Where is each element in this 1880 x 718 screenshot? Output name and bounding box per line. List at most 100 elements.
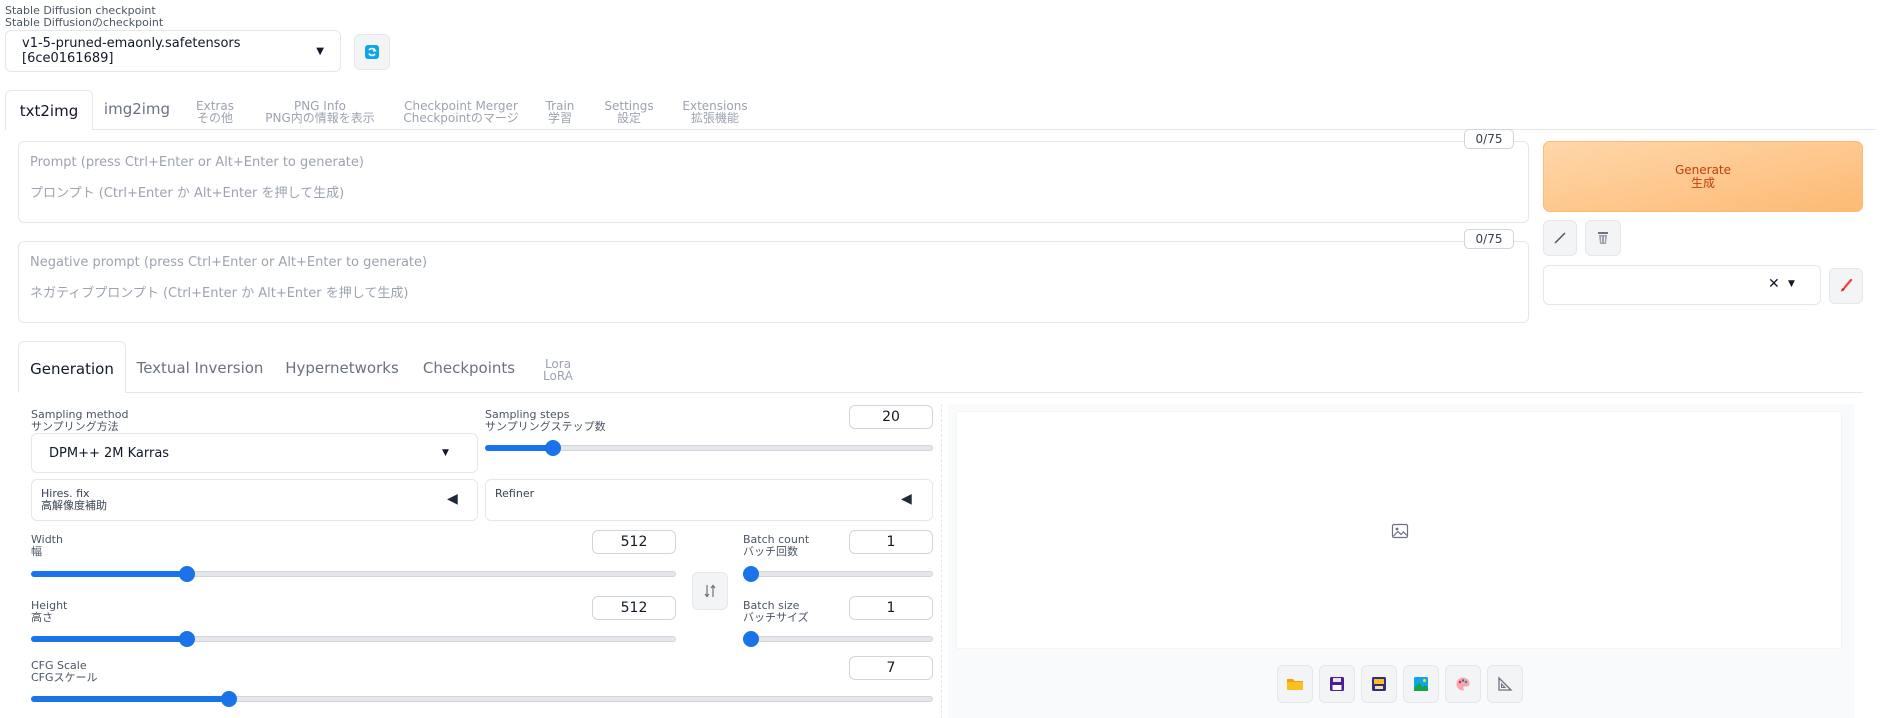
prompt-token-counter: 0/75 — [1464, 129, 1514, 149]
slider-thumb[interactable] — [178, 631, 195, 647]
batch-count-label-ja: バッチ回数 — [743, 545, 798, 558]
sampling-steps-slider[interactable] — [485, 439, 933, 457]
sampling-method-label: Sampling method サンプリング方法 — [31, 409, 128, 433]
tab-train[interactable]: Train 学習 — [540, 100, 580, 124]
width-input[interactable]: 512 — [592, 530, 676, 554]
sampling-method-value: DPM++ 2M Karras — [49, 445, 170, 461]
read-params-button[interactable] — [1543, 220, 1577, 256]
cfg-scale-input[interactable]: 7 — [849, 656, 933, 680]
chevron-down-icon: ▼ — [1788, 279, 1795, 289]
batch-count-label: Batch count バッチ回数 — [743, 534, 809, 558]
slider-thumb[interactable] — [743, 566, 759, 582]
send-to-extras-button[interactable] — [1487, 665, 1523, 703]
checkpoint-label: Stable Diffusion checkpoint Stable Diffu… — [5, 5, 163, 29]
tab-train-l2: 学習 — [547, 111, 572, 125]
swap-dimensions-button[interactable] — [692, 572, 728, 610]
width-label: Width 幅 — [31, 534, 63, 558]
refiner-accordion[interactable]: Refiner ◀ — [485, 479, 933, 521]
tab-extras[interactable]: Extras その他 — [190, 100, 240, 124]
tab-checkpoints-label: Checkpoints — [422, 359, 516, 377]
sampling-method-label-ja: サンプリング方法 — [31, 420, 119, 433]
batch-count-input[interactable]: 1 — [849, 530, 933, 554]
sampling-steps-input[interactable]: 20 — [849, 405, 933, 429]
generate-l2: 生成 — [1690, 176, 1715, 190]
slider-track — [743, 571, 933, 577]
column-separator — [941, 404, 942, 718]
height-label: Height 高さ — [31, 600, 67, 624]
tab-generation[interactable]: Generation — [18, 341, 126, 393]
height-input[interactable]: 512 — [592, 596, 676, 620]
batch-size-label-ja: バッチサイズ — [743, 611, 809, 624]
trash-icon — [1598, 232, 1608, 244]
tab-extensions-l2: 拡張機能 — [690, 111, 739, 125]
styles-dropdown[interactable]: ✕ ▼ — [1543, 265, 1821, 305]
tab-png-info[interactable]: PNG Info PNG内の情報を表示 — [260, 100, 380, 124]
batch-size-label: Batch size バッチサイズ — [743, 600, 809, 624]
negative-prompt-input[interactable]: Negative prompt (press Ctrl+Enter or Alt… — [18, 241, 1529, 323]
height-label-ja: 高さ — [31, 611, 53, 624]
tab-textual-inversion[interactable]: Textual Inversion — [136, 360, 264, 376]
hires-fix-l2: 高解像度補助 — [41, 499, 107, 512]
save-button[interactable] — [1319, 665, 1355, 703]
slider-thumb[interactable] — [545, 440, 562, 456]
batch-count-slider[interactable] — [743, 565, 933, 583]
refiner-label: Refiner — [495, 487, 535, 500]
checkpoint-label-ja: Stable Diffusionのcheckpoint — [5, 16, 164, 29]
slider-thumb[interactable] — [221, 691, 238, 707]
sampling-steps-label: Sampling steps サンプリングステップ数 — [485, 409, 606, 433]
caret-left-icon: ◀ — [901, 491, 912, 507]
hires-fix-label: Hires. fix 高解像度補助 — [41, 488, 107, 512]
tab-lora-l2: LoRA — [543, 369, 573, 383]
tab-txt2img[interactable]: txt2img — [5, 90, 93, 130]
send-to-img2img-button[interactable] — [1403, 665, 1439, 703]
clear-icon[interactable]: ✕ — [1768, 276, 1780, 292]
sampling-method-dropdown[interactable]: DPM++ 2M Karras ▼ — [31, 433, 478, 473]
prompt-label: Prompt (press Ctrl+Enter or Alt+Enter to… — [30, 155, 364, 170]
batch-size-input[interactable]: 1 — [849, 596, 933, 620]
negative-prompt-token-counter: 0/75 — [1464, 229, 1514, 249]
floppy-disk-icon — [1330, 677, 1344, 691]
checkpoint-dropdown[interactable]: v1-5-pruned-emaonly.safetensors [6ce0161… — [5, 30, 341, 72]
edit-styles-button[interactable] — [1829, 268, 1863, 304]
output-image-area — [956, 411, 1842, 649]
refresh-checkpoint-button[interactable] — [354, 34, 390, 70]
tab-img2img[interactable]: img2img — [98, 101, 176, 117]
tab-settings-l2: 設定 — [616, 111, 641, 125]
clear-prompt-button[interactable] — [1585, 220, 1621, 256]
palette-icon — [1456, 677, 1470, 691]
tab-txt2img-label: txt2img — [19, 102, 79, 120]
image-placeholder-icon — [1391, 523, 1409, 539]
prompt-input[interactable]: Prompt (press Ctrl+Enter or Alt+Enter to… — [18, 141, 1529, 223]
sub-tabs-divider — [18, 392, 1863, 393]
hires-fix-accordion[interactable]: Hires. fix 高解像度補助 ◀ — [31, 479, 478, 521]
slider-fill — [31, 571, 187, 577]
tab-checkpoint-merger-l2: Checkpointのマージ — [403, 111, 519, 125]
width-label-ja: 幅 — [31, 545, 42, 558]
tab-textual-inversion-label: Textual Inversion — [136, 359, 264, 377]
checkpoint-value: v1-5-pruned-emaonly.safetensors [6ce0161… — [22, 36, 241, 66]
tab-generation-label: Generation — [30, 360, 114, 378]
open-folder-button[interactable] — [1277, 665, 1313, 703]
batch-size-slider[interactable] — [743, 630, 933, 648]
generate-button[interactable]: Generate 生成 — [1543, 141, 1863, 212]
height-slider[interactable] — [31, 630, 676, 648]
slider-fill — [31, 696, 230, 702]
slider-thumb[interactable] — [178, 566, 195, 582]
tab-extensions[interactable]: Extensions 拡張機能 — [680, 100, 750, 124]
folder-icon — [1287, 679, 1303, 690]
cfg-scale-slider[interactable] — [31, 690, 933, 708]
tab-lora[interactable]: Lora LoRA — [538, 358, 578, 382]
arrow-diagonal-icon — [1554, 232, 1566, 244]
slider-track — [743, 636, 933, 642]
zip-button[interactable] — [1361, 665, 1397, 703]
tab-hypernetworks[interactable]: Hypernetworks — [284, 360, 400, 376]
tab-settings[interactable]: Settings 設定 — [600, 100, 658, 124]
slider-thumb[interactable] — [743, 631, 759, 647]
tab-checkpoint-merger[interactable]: Checkpoint Merger Checkpointのマージ — [400, 100, 522, 124]
slider-fill — [31, 636, 187, 642]
width-slider[interactable] — [31, 565, 676, 583]
chevron-down-icon: ▼ — [316, 45, 324, 57]
tab-checkpoints[interactable]: Checkpoints — [420, 360, 518, 376]
archive-icon — [1372, 677, 1386, 691]
send-to-inpaint-button[interactable] — [1445, 665, 1481, 703]
